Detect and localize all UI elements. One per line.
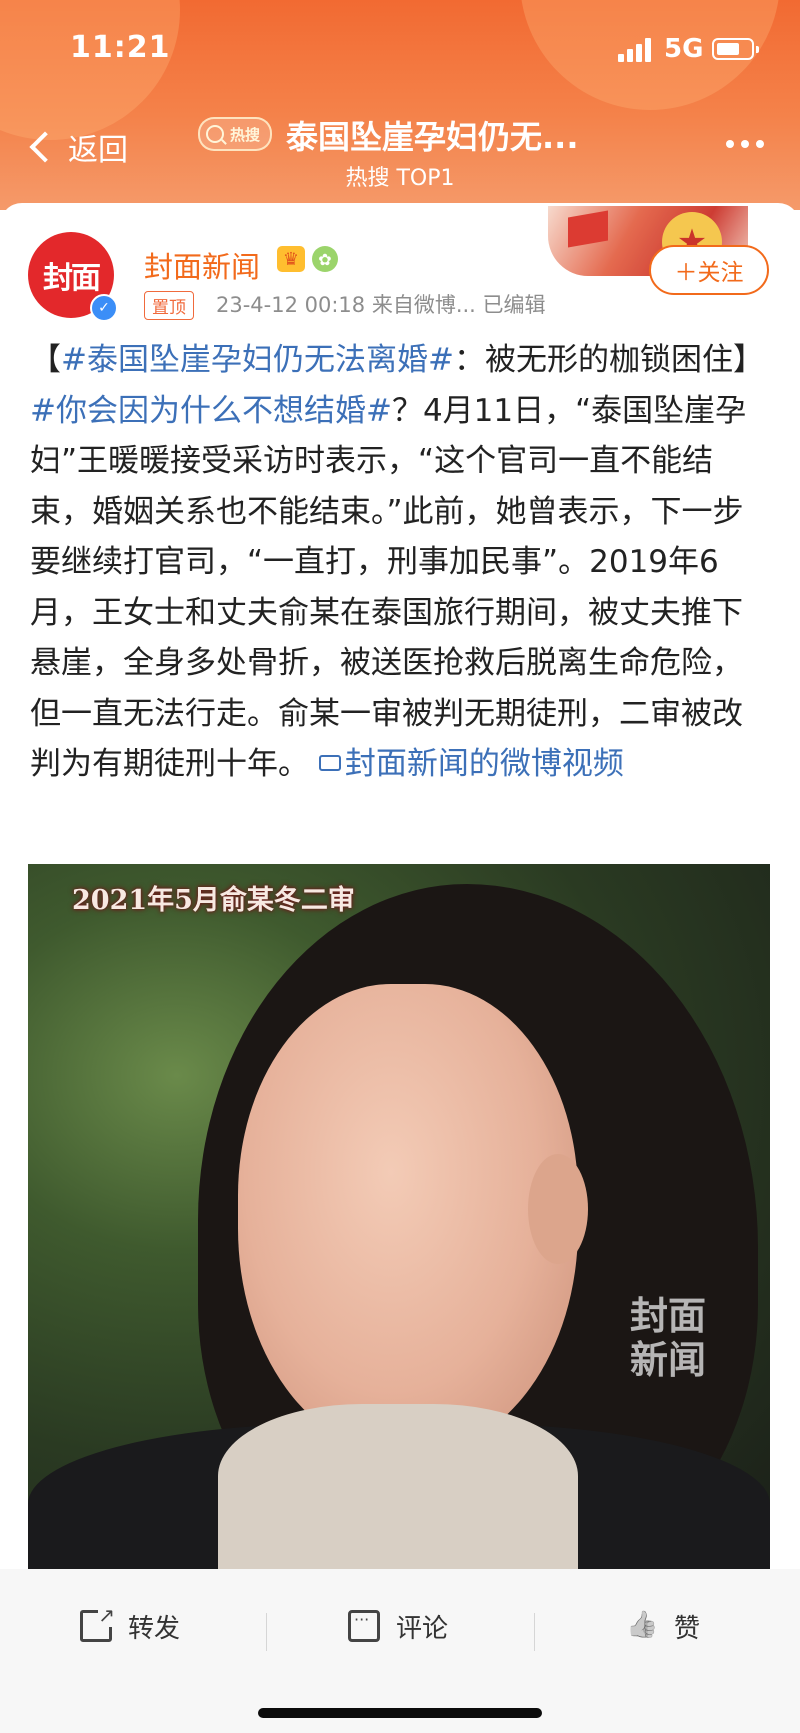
battery-icon: [712, 38, 759, 60]
video-frame-ear: [528, 1154, 588, 1264]
video-watermark: 封面 新闻: [620, 1294, 716, 1382]
video-caption: 2021年5月俞某冬二审: [72, 885, 355, 916]
thumbs-up-icon: [626, 1610, 658, 1642]
page-title: 泰国坠崖孕妇仍无...: [286, 118, 579, 156]
video-player[interactable]: 2021年5月俞某冬二审 封面 新闻: [28, 864, 770, 1569]
post-meta: 23-4-12 00:18 来自微博... 已编辑: [216, 293, 546, 317]
hashtag-link[interactable]: #泰国坠崖孕妇仍无法离婚#: [61, 342, 454, 378]
home-indicator: [258, 1708, 542, 1718]
ellipsis-icon: [726, 140, 734, 148]
more-options-button[interactable]: [726, 140, 764, 148]
network-label: 5G: [664, 34, 704, 64]
video-icon: [318, 754, 341, 771]
signal-icon: [618, 38, 656, 62]
body-text: ？4月11日，“泰国坠崖孕妇”王暖暖接受采访时表示，“这个官司一直不能结束，婚姻…: [30, 392, 747, 783]
clover-icon: ✿: [312, 246, 338, 272]
status-time: 11:21: [70, 30, 171, 65]
comment-icon: [348, 1610, 380, 1642]
repost-label: 转发: [128, 1613, 181, 1644]
video-frame-face: [238, 984, 578, 1454]
author-name[interactable]: 封面新闻: [144, 244, 260, 286]
top-header: 11:21 5G 返回 热搜 泰国坠崖孕妇仍无... 热搜 TOP1: [0, 0, 800, 210]
avatar-text: 封面: [43, 261, 101, 296]
hashtag-link[interactable]: #你会因为什么不想结婚#: [30, 393, 392, 429]
video-link-label: 封面新闻的微博视频: [344, 746, 624, 782]
share-icon: [80, 1603, 115, 1642]
comment-label: 评论: [396, 1613, 449, 1644]
flag-icon: [568, 210, 608, 248]
video-link[interactable]: 封面新闻的微博视频: [318, 746, 624, 782]
chevron-left-icon: [29, 131, 61, 163]
hot-search-badge: 热搜: [198, 117, 273, 151]
post-body: 【#泰国坠崖孕妇仍无法离婚#：被无形的枷锁困住】 #你会因为什么不想结婚#？4月1…: [30, 335, 770, 790]
like-button[interactable]: 赞: [626, 1599, 700, 1653]
status-bar: 11:21 5G: [0, 0, 800, 100]
watermark-line: 新闻: [629, 1337, 706, 1382]
divider: [534, 1613, 535, 1651]
follow-button[interactable]: ＋关注: [649, 245, 769, 295]
hot-badge-label: 热搜: [230, 125, 261, 144]
page-subtitle: 热搜 TOP1: [345, 166, 455, 191]
search-icon: [206, 125, 224, 143]
repost-button[interactable]: 转发: [80, 1599, 180, 1653]
verified-icon: ✓: [90, 294, 118, 322]
crown-icon: ♛: [277, 246, 305, 272]
like-label: 赞: [674, 1613, 701, 1644]
pinned-badge: 置顶: [144, 291, 194, 320]
bracket-open: 【: [30, 342, 61, 378]
watermark-line: 封面: [629, 1293, 706, 1338]
video-frame-scarf: [218, 1404, 578, 1569]
headline-text: ：被无形的枷锁困住】: [453, 342, 764, 378]
divider: [266, 1613, 267, 1651]
comment-button[interactable]: 评论: [348, 1599, 448, 1653]
